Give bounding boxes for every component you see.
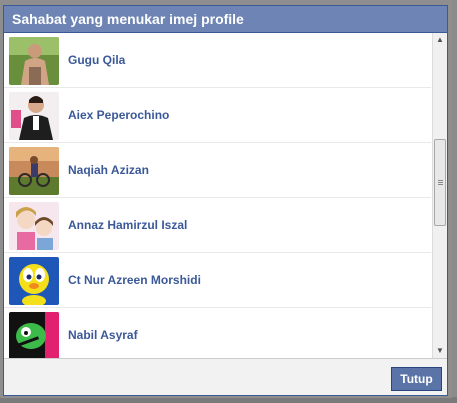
- profile-picture[interactable]: [9, 202, 59, 250]
- friend-name-link[interactable]: Nabil Asyraf: [68, 308, 138, 358]
- grip-line: [438, 182, 443, 183]
- dialog-frame: Sahabat yang menukar imej profile Gugu Q…: [0, 0, 452, 398]
- list-item[interactable]: Naqiah Azizan: [4, 143, 431, 198]
- friend-name-link[interactable]: Ct Nur Azreen Morshidi: [68, 253, 201, 308]
- friend-name-link[interactable]: Gugu Qila: [68, 33, 125, 88]
- friend-name-link[interactable]: Aiex Peperochino: [68, 88, 169, 143]
- friend-name-link[interactable]: Naqiah Azizan: [68, 143, 149, 198]
- profile-picture[interactable]: [9, 257, 59, 305]
- friend-name-link[interactable]: Annaz Hamirzul Iszal: [68, 198, 187, 253]
- friends-list: Gugu Qila Aiex Peperochino Naqiah Azizan…: [4, 33, 431, 358]
- vertical-scrollbar[interactable]: ▲ ▼: [432, 33, 447, 358]
- scroll-up-arrow-icon[interactable]: ▲: [433, 33, 447, 47]
- list-item[interactable]: Gugu Qila: [4, 33, 431, 88]
- dialog-title: Sahabat yang menukar imej profile: [4, 6, 447, 33]
- close-button[interactable]: Tutup: [391, 367, 442, 391]
- list-item[interactable]: Nabil Asyraf: [4, 308, 431, 358]
- grip-line: [438, 180, 443, 181]
- list-item[interactable]: Aiex Peperochino: [4, 88, 431, 143]
- profile-picture[interactable]: [9, 147, 59, 195]
- dialog-footer: Tutup: [4, 358, 447, 395]
- profile-picture[interactable]: [9, 92, 59, 140]
- dialog: Sahabat yang menukar imej profile Gugu Q…: [3, 5, 448, 396]
- grip-line: [438, 184, 443, 185]
- profile-picture[interactable]: [9, 37, 59, 85]
- list-item[interactable]: Annaz Hamirzul Iszal: [4, 198, 431, 253]
- scrollbar-thumb[interactable]: [434, 139, 446, 226]
- list-item[interactable]: Ct Nur Azreen Morshidi: [4, 253, 431, 308]
- scroll-down-arrow-icon[interactable]: ▼: [433, 344, 447, 358]
- friends-list-area[interactable]: Gugu Qila Aiex Peperochino Naqiah Azizan…: [4, 33, 447, 358]
- profile-picture[interactable]: [9, 312, 59, 358]
